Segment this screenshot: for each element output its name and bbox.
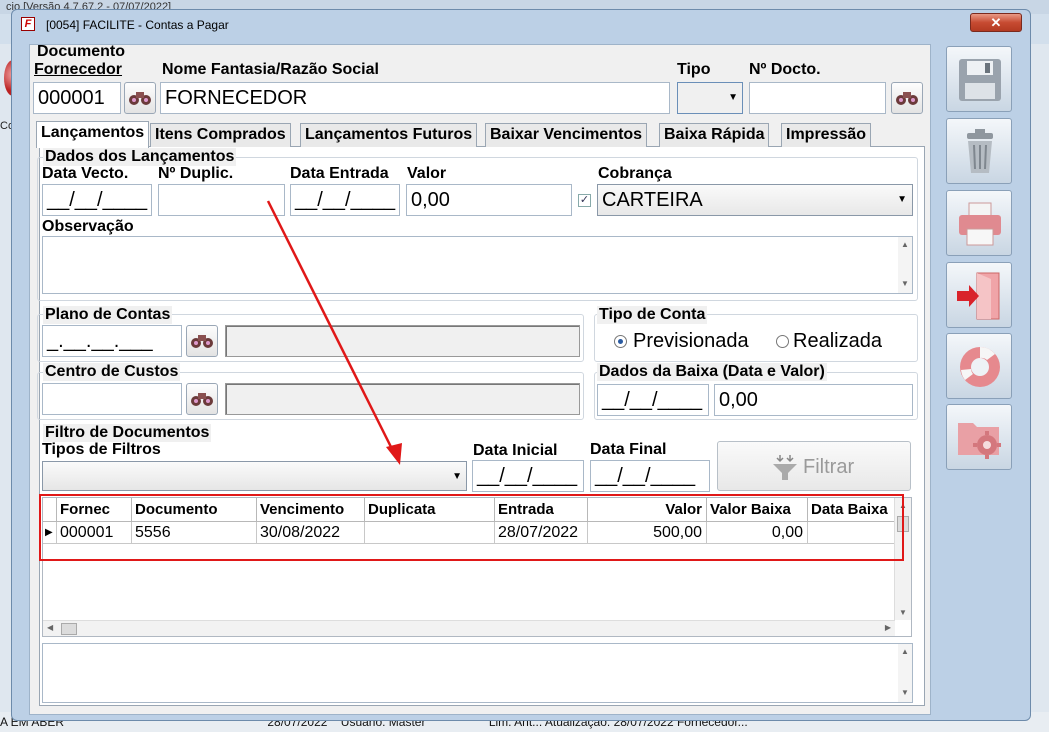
duplic-label: Nº Duplic. [158, 165, 234, 182]
scroll-down-icon: ▼ [899, 608, 907, 617]
data-inicial-label: Data Inicial [473, 442, 558, 459]
binoculars-icon [896, 92, 918, 105]
cobranca-value: CARTEIRA [602, 189, 703, 211]
data-entrada-label: Data Entrada [290, 165, 389, 182]
nome-fantasia-field[interactable]: FORNECEDOR [160, 82, 670, 114]
valor-label: Valor [407, 165, 447, 182]
settings-button[interactable] [946, 404, 1012, 470]
filtrar-button[interactable]: Filtrar [717, 441, 911, 491]
annotation-arrow [266, 200, 402, 465]
tab-impressao[interactable]: Impressão [781, 123, 872, 147]
exit-door-icon [957, 272, 1000, 320]
valor-checkbox[interactable]: ✓ [578, 194, 591, 207]
data-vecto-label: Data Vecto. [42, 165, 129, 182]
fornecedor-search-button[interactable] [124, 82, 156, 114]
filtro-title: Filtro de Documentos [43, 424, 212, 442]
binoculars-icon [191, 335, 213, 348]
data-final-field[interactable]: __/__/____ [590, 460, 710, 492]
chevron-down-icon: ▼ [452, 471, 462, 482]
delete-button[interactable] [946, 118, 1012, 184]
fornecedor-label: Fornecedor [34, 61, 123, 78]
bottom-notes-scrollbar[interactable]: ▲ ▼ [898, 644, 912, 702]
grid-horizontal-scrollbar[interactable]: ◀ ▶ [43, 620, 895, 636]
dados-lancamentos-title: Dados dos Lançamentos [43, 148, 237, 166]
radio-previsionada[interactable] [614, 335, 627, 348]
tab-lancamentos-futuros[interactable]: Lançamentos Futuros [300, 123, 478, 147]
lifebuoy-icon [960, 347, 1000, 387]
save-button[interactable] [946, 46, 1012, 112]
data-final-label: Data Final [590, 441, 667, 458]
previsionada-label: Previsionada [633, 330, 749, 352]
observacao-label: Observação [42, 218, 134, 235]
observacao-textarea[interactable] [42, 236, 913, 294]
radio-realizada[interactable] [776, 335, 789, 348]
docto-label: Nº Docto. [749, 61, 821, 78]
tipos-filtros-label: Tipos de Filtros [42, 441, 161, 458]
centro-custos-code-field[interactable] [42, 383, 182, 415]
data-inicial-field[interactable]: __/__/____ [472, 460, 584, 492]
plano-contas-code-field[interactable]: _.__.__.___ [42, 325, 182, 357]
tab-lancamentos[interactable]: Lançamentos [36, 121, 150, 148]
tab-baixa-rapida[interactable]: Baixa Rápida [659, 123, 770, 147]
app-icon: F [21, 17, 35, 31]
centro-custos-title: Centro de Custos [43, 363, 181, 381]
realizada-label: Realizada [793, 330, 882, 352]
printer-icon [959, 202, 1001, 246]
exit-button[interactable] [946, 262, 1012, 328]
print-button[interactable] [946, 190, 1012, 256]
data-vecto-field[interactable]: __/__/____ [42, 184, 152, 216]
observacao-scrollbar[interactable]: ▲ ▼ [898, 237, 912, 293]
tipo-label: Tipo [677, 61, 711, 78]
window-title: [0054] FACILITE - Contas a Pagar [46, 18, 229, 32]
close-button[interactable]: ✕ [970, 13, 1022, 32]
help-button[interactable] [946, 333, 1012, 399]
tab-itens-comprados[interactable]: Itens Comprados [150, 123, 291, 147]
folder-gear-icon [958, 423, 1001, 459]
tab-baixar-vencimentos[interactable]: Baixar Vencimentos [485, 123, 648, 147]
cobranca-select[interactable]: CARTEIRA ▼ [597, 184, 913, 216]
plano-contas-search-button[interactable] [186, 325, 218, 357]
fornecedor-code-field[interactable]: 000001 [33, 82, 121, 114]
dados-baixa-title: Dados da Baixa (Data e Valor) [597, 363, 827, 381]
tipo-conta-title: Tipo de Conta [597, 306, 708, 324]
tipo-select[interactable]: ▼ [677, 82, 743, 114]
docto-field[interactable] [749, 82, 886, 114]
docto-search-button[interactable] [891, 82, 923, 114]
grid-hscroll-thumb[interactable] [61, 623, 77, 635]
scroll-right-icon: ▶ [884, 623, 891, 632]
plano-contas-title: Plano de Contas [43, 306, 173, 324]
binoculars-icon [129, 92, 151, 105]
dados-baixa-valor-field[interactable]: 0,00 [714, 384, 913, 416]
filtrar-label: Filtrar [803, 456, 855, 478]
bottom-notes-area[interactable] [42, 643, 913, 703]
cobranca-label: Cobrança [598, 165, 672, 182]
annotation-highlight-box [39, 494, 904, 561]
chevron-down-icon: ▼ [897, 194, 907, 205]
save-icon [959, 59, 1001, 101]
binoculars-icon [191, 393, 213, 406]
funnel-icon [773, 455, 797, 480]
chevron-down-icon: ▼ [728, 92, 738, 103]
scroll-left-icon: ◀ [47, 623, 54, 632]
centro-custos-search-button[interactable] [186, 383, 218, 415]
valor-field[interactable]: 0,00 [406, 184, 572, 216]
nome-fantasia-label: Nome Fantasia/Razão Social [162, 61, 379, 78]
documento-label: Documento [37, 43, 125, 60]
dados-baixa-date-field[interactable]: __/__/____ [597, 384, 709, 416]
trash-icon [967, 129, 993, 173]
